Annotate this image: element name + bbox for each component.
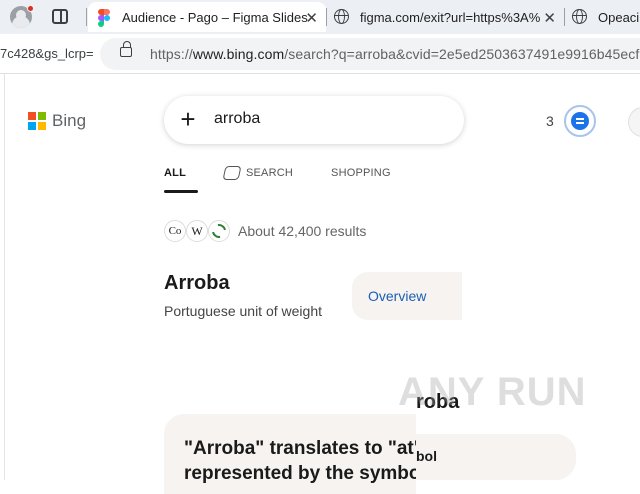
stripe-logo-icon bbox=[209, 221, 229, 241]
answer-card: "Arroba" translates to "at" i represente… bbox=[164, 414, 416, 494]
url-path: /search?q=arroba&cvid=2e5ed2503637491e99… bbox=[284, 46, 640, 62]
source-favicons: Co W About 42,400 results bbox=[164, 220, 366, 242]
search-box[interactable]: + arroba bbox=[164, 96, 464, 144]
copilot-icon bbox=[222, 166, 242, 180]
profile-notification-badge bbox=[27, 5, 34, 12]
split-pane-url-fragment: 7c428&gs_lcrp= bbox=[0, 46, 94, 61]
tab-title: figma.com/exit?url=https%3A%2F bbox=[360, 9, 540, 25]
answer-text: "Arroba" translates to "at" i represente… bbox=[184, 436, 416, 486]
search-input[interactable]: arroba bbox=[214, 110, 260, 128]
account-button[interactable] bbox=[628, 107, 640, 137]
entity-subtitle: Portuguese unit of weight bbox=[164, 303, 322, 319]
tab-all-label: ALL bbox=[164, 167, 186, 179]
overview-chip[interactable]: Overview bbox=[352, 272, 462, 320]
address-bar[interactable]: https://www.bing.com/search?q=arroba&cvi… bbox=[100, 38, 640, 70]
entity-title: Arroba bbox=[164, 272, 230, 294]
tab-separator bbox=[86, 8, 87, 26]
anyrun-watermark: ANY RUN bbox=[398, 370, 587, 414]
pane-divider bbox=[4, 74, 5, 480]
tab-search-label: SEARCH bbox=[245, 167, 294, 179]
tab-all[interactable]: ALL bbox=[164, 164, 198, 193]
url-text[interactable]: https://www.bing.com/search?q=arroba&cvi… bbox=[150, 46, 640, 62]
wikipedia-favicon[interactable]: W bbox=[186, 220, 208, 242]
tab-shopping-label: SHOPPING bbox=[331, 167, 391, 179]
globe-icon bbox=[572, 9, 588, 25]
address-bar-row: 7c428&gs_lcrp= https://www.bing.com/sear… bbox=[0, 34, 640, 74]
source-favicon[interactable]: Co bbox=[164, 220, 186, 242]
figma-icon bbox=[96, 9, 112, 27]
tab-separator bbox=[564, 8, 565, 26]
tab-figma-slides[interactable]: Audience - Pago – Figma Slides ✕ bbox=[88, 2, 326, 32]
tab-search[interactable]: SEARCH bbox=[222, 164, 294, 182]
close-tab-icon[interactable]: ✕ bbox=[543, 9, 556, 27]
url-scheme: https:// bbox=[150, 46, 193, 62]
tab-figma-exit[interactable]: figma.com/exit?url=https%3A%2F ✕ bbox=[328, 2, 564, 32]
tab-separator bbox=[326, 8, 327, 26]
tab-actions-icon[interactable] bbox=[52, 9, 68, 24]
tab-opeaci[interactable]: Opeaci bbox=[566, 2, 640, 32]
tab-title: Opeaci bbox=[598, 9, 640, 25]
tab-title: Audience - Pago – Figma Slides bbox=[122, 9, 308, 25]
url-host: www.bing.com bbox=[192, 46, 285, 62]
globe-icon bbox=[334, 9, 350, 25]
answer-line-1: "Arroba" translates to "at" i bbox=[184, 438, 416, 459]
rewards-points-count[interactable]: 3 bbox=[546, 113, 554, 129]
plus-icon[interactable]: + bbox=[172, 104, 204, 136]
site-info-lock-icon[interactable] bbox=[120, 41, 132, 57]
bing-logo-text: Bing bbox=[52, 111, 87, 130]
answer-line-2: represented by the symbo bbox=[184, 463, 416, 484]
bing-results-page: Bing + arroba 3 ALL SEARCH SHOPPING Co W… bbox=[0, 74, 640, 494]
right-panel-card-text: bol bbox=[416, 448, 437, 464]
tab-shopping[interactable]: SHOPPING bbox=[331, 164, 391, 182]
rewards-medal-icon[interactable] bbox=[564, 105, 596, 137]
source-favicon[interactable] bbox=[208, 220, 230, 242]
right-panel-card[interactable]: bol bbox=[416, 434, 576, 480]
search-scope-tabs: ALL SEARCH SHOPPING bbox=[164, 164, 429, 194]
browser-tab-strip: Audience - Pago – Figma Slides ✕ figma.c… bbox=[0, 0, 640, 34]
bing-logo[interactable]: Bing bbox=[28, 111, 86, 131]
result-count: About 42,400 results bbox=[238, 223, 367, 239]
microsoft-logo-icon bbox=[28, 112, 46, 130]
close-tab-icon[interactable]: ✕ bbox=[305, 9, 318, 27]
